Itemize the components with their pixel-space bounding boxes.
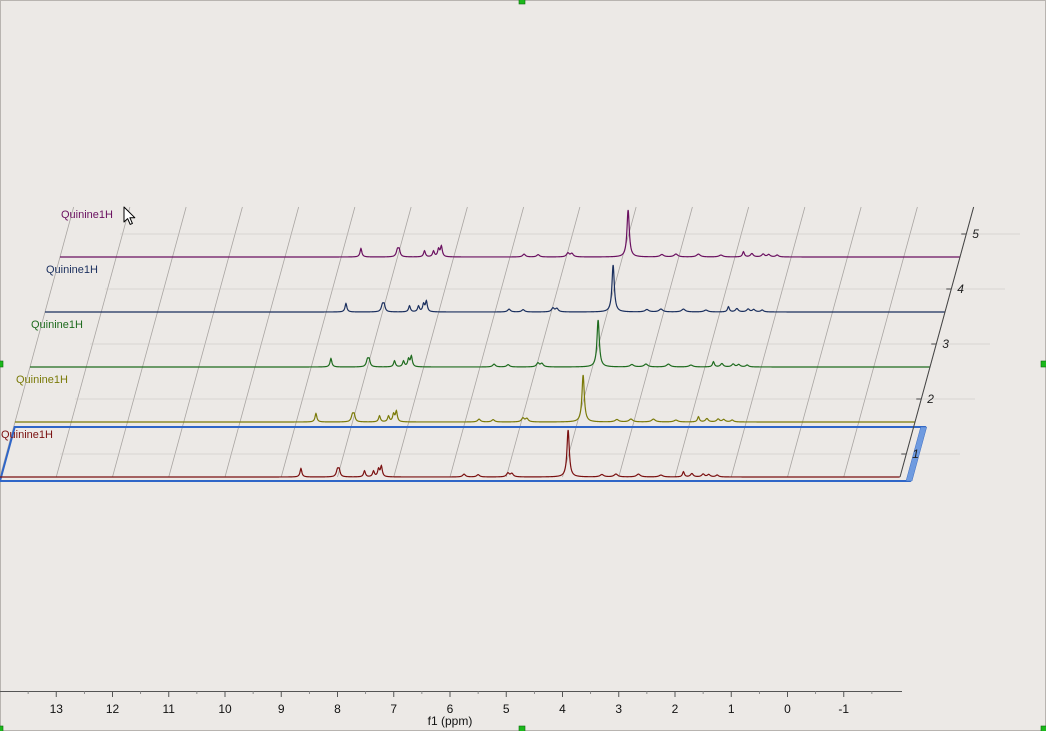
grid-line bbox=[449, 206, 525, 478]
series-label-1: Quinine1H bbox=[1, 429, 53, 441]
x-axis-title: f1 (ppm) bbox=[428, 714, 473, 728]
resize-handle-top[interactable] bbox=[518, 0, 526, 5]
grid-line bbox=[112, 206, 187, 478]
x-tick-label: 0 bbox=[784, 702, 791, 716]
x-tick-label: 13 bbox=[50, 702, 64, 716]
resize-handle-left[interactable] bbox=[0, 360, 4, 368]
grid-line bbox=[168, 206, 243, 478]
x-tick-label: 11 bbox=[163, 702, 176, 716]
grid-line bbox=[55, 206, 131, 478]
depth-axis: 1 2 3 4 5 bbox=[899, 206, 979, 478]
depth-tick-label: 3 bbox=[942, 337, 949, 351]
plot-frame bbox=[0, 0, 1046, 731]
grid-line bbox=[787, 206, 862, 478]
series-label-2: Quinine1H bbox=[16, 374, 68, 386]
spectrum-line-1[interactable] bbox=[0, 429, 900, 478]
grid-line bbox=[224, 206, 300, 478]
resize-handle-bottom-left[interactable] bbox=[0, 725, 4, 731]
grid-line bbox=[337, 206, 412, 478]
spectrum-line-2[interactable] bbox=[15, 374, 915, 423]
resize-handles[interactable] bbox=[0, 0, 1046, 731]
depth-tick-label: 4 bbox=[957, 282, 964, 296]
grid-line bbox=[730, 206, 806, 478]
x-tick-label: 8 bbox=[334, 702, 341, 716]
resize-handle-bottom[interactable] bbox=[518, 725, 526, 731]
grid-line bbox=[280, 206, 356, 478]
spectrum-line-5[interactable] bbox=[60, 209, 960, 258]
grid-line bbox=[843, 206, 918, 478]
x-tick-label: 9 bbox=[278, 702, 285, 716]
depth-tick-label: 5 bbox=[972, 227, 979, 241]
x-tick-label: 10 bbox=[218, 702, 232, 716]
x-tick-label: 5 bbox=[503, 702, 510, 716]
x-tick-label: -1 bbox=[838, 702, 849, 716]
series-label-5: Quinine1H bbox=[61, 209, 113, 221]
series-label-3: Quinine1H bbox=[31, 319, 83, 331]
x-tick-label: 1 bbox=[728, 702, 735, 716]
depth-tick-label: 1 bbox=[912, 447, 919, 461]
spectrum-line-3[interactable] bbox=[30, 319, 930, 368]
depth-axis-line bbox=[899, 206, 975, 478]
stacked-nmr-chart[interactable]: Quinine1H Quinine1H Quinine1H Quinine1H Quin… bbox=[0, 0, 1046, 731]
spectrum-line-4[interactable] bbox=[45, 264, 945, 313]
x-tick-label: 3 bbox=[615, 702, 622, 716]
series-label-4: Quinine1H bbox=[46, 264, 98, 276]
depth-tick-label: 2 bbox=[926, 392, 934, 406]
grid-line bbox=[393, 206, 468, 478]
grid-line bbox=[674, 206, 750, 478]
resize-handle-bottom-right[interactable] bbox=[1040, 725, 1046, 731]
x-tick-label: 12 bbox=[106, 702, 120, 716]
spectra-traces[interactable]: Quinine1H Quinine1H Quinine1H Quinine1H Quin… bbox=[0, 209, 960, 478]
grid-line bbox=[618, 206, 693, 478]
resize-handle-right[interactable] bbox=[1040, 360, 1046, 368]
x-tick-label: 2 bbox=[672, 702, 679, 716]
x-tick-label: 4 bbox=[559, 702, 566, 716]
x-tick-label: 7 bbox=[390, 702, 397, 716]
perspective-grid bbox=[0, 206, 1020, 478]
x-axis: 13 12 11 10 9 8 7 6 5 4 3 2 1 0 -1 bbox=[0, 691, 902, 716]
